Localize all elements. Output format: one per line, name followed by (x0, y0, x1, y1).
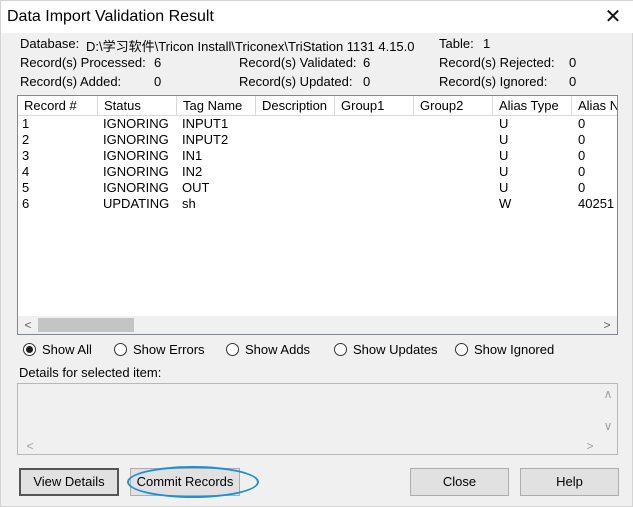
cell-tag-name: INPUT1 (182, 116, 229, 131)
records-grid[interactable]: Record # Status Tag Name Description Gro… (17, 95, 618, 335)
scroll-thumb[interactable] (38, 318, 134, 332)
cell-tag-name: IN1 (182, 148, 203, 163)
details-label: Details for selected item: (19, 365, 162, 380)
cell-record: 1 (22, 116, 30, 131)
cell-tag-name: sh (182, 196, 196, 211)
processed-value: 6 (154, 55, 162, 70)
close-button[interactable]: Close (410, 468, 509, 496)
column-header-group1[interactable]: Group1 (335, 96, 414, 116)
validated-value: 6 (363, 55, 371, 70)
cell-alias-number: 0 (578, 148, 586, 163)
radio-label: Show Adds (245, 341, 311, 357)
column-header-status[interactable]: Status (98, 96, 177, 116)
column-header-alias-type[interactable]: Alias Type (493, 96, 572, 116)
cell-alias-number: 0 (578, 132, 586, 147)
import-validation-dialog: Data Import Validation Result ✕ Database… (0, 0, 633, 507)
radio-label: Show Updates (353, 341, 438, 357)
radio-label: Show All (42, 341, 92, 357)
radio-label: Show Errors (133, 341, 205, 357)
vertical-scrollbar[interactable]: ∧ ∨ (600, 384, 617, 440)
view-details-button[interactable]: View Details (19, 468, 119, 496)
horizontal-scrollbar[interactable]: < > (18, 316, 617, 334)
title-bar: Data Import Validation Result ✕ (1, 1, 633, 33)
cell-alias-type: W (499, 196, 512, 211)
radio-show-adds[interactable]: Show Adds (226, 340, 310, 358)
cell-alias-number: 0 (578, 164, 586, 179)
cell-alias-type: U (499, 148, 509, 163)
cell-alias-number: 0 (578, 180, 586, 195)
rejected-label: Record(s) Rejected: (439, 55, 555, 70)
scroll-down-icon[interactable]: ∨ (600, 418, 616, 434)
cell-record: 2 (22, 132, 30, 147)
rejected-value: 0 (569, 55, 577, 70)
cell-record: 3 (22, 148, 30, 163)
cell-alias-type: U (499, 132, 509, 147)
radio-circle[interactable] (455, 342, 468, 356)
cell-status: IGNORING (103, 164, 169, 179)
table-label: Table: (439, 36, 474, 51)
updated-value: 0 (363, 74, 371, 89)
cell-tag-name: IN2 (182, 164, 203, 179)
updated-label: Record(s) Updated: (239, 74, 353, 89)
processed-label: Record(s) Processed: (20, 55, 146, 70)
cell-status: IGNORING (103, 116, 169, 131)
column-header-tag-name[interactable]: Tag Name (177, 96, 256, 116)
scroll-right-icon[interactable]: > (599, 317, 615, 333)
added-label: Record(s) Added: (20, 74, 122, 89)
column-header-description[interactable]: Description (256, 96, 335, 116)
scroll-right-icon[interactable]: > (582, 438, 598, 454)
radio-show-all[interactable]: Show All (23, 340, 92, 358)
column-header-group2[interactable]: Group2 (414, 96, 493, 116)
commit-records-button[interactable]: Commit Records (130, 468, 240, 496)
added-value: 0 (154, 74, 162, 89)
radio-show-updates[interactable]: Show Updates (334, 340, 438, 358)
cell-alias-type: U (499, 180, 509, 195)
radio-circle[interactable] (334, 342, 347, 356)
database-path: D:\学习软件\Tricon Install\Triconex\TriStati… (86, 39, 415, 54)
cell-alias-number: 40251 (578, 196, 615, 211)
validated-label: Record(s) Validated: (239, 55, 357, 70)
cell-status: IGNORING (103, 132, 169, 147)
cell-status: IGNORING (103, 180, 169, 195)
cell-record: 5 (22, 180, 30, 195)
radio-label: Show Ignored (474, 341, 555, 357)
radio-circle[interactable] (226, 342, 239, 356)
column-header-alias-number[interactable]: Alias N (572, 96, 617, 116)
window-title: Data Import Validation Result (7, 8, 214, 25)
cell-status: UPDATING (103, 196, 170, 211)
cell-alias-type: U (499, 116, 509, 131)
radio-show-errors[interactable]: Show Errors (114, 340, 205, 358)
radio-circle-selected[interactable] (23, 342, 36, 356)
help-button[interactable]: Help (520, 468, 619, 496)
radio-show-ignored[interactable]: Show Ignored (455, 340, 554, 358)
ignored-label: Record(s) Ignored: (439, 74, 548, 89)
column-header-record[interactable]: Record # (18, 96, 98, 116)
ignored-value: 0 (569, 74, 577, 89)
cell-record: 6 (22, 196, 30, 211)
close-icon[interactable]: ✕ (599, 5, 627, 29)
scroll-left-icon[interactable]: < (20, 317, 36, 333)
radio-dot (26, 345, 33, 353)
cell-tag-name: INPUT2 (182, 132, 229, 147)
details-textbox[interactable]: ∧ ∨ < > (17, 383, 618, 455)
table-value: 1 (483, 36, 491, 51)
scroll-left-icon[interactable]: < (22, 438, 38, 454)
database-label: Database: (20, 36, 80, 51)
cell-alias-number: 0 (578, 116, 586, 131)
cell-status: IGNORING (103, 148, 169, 163)
cell-alias-type: U (499, 164, 509, 179)
scroll-up-icon[interactable]: ∧ (600, 386, 616, 402)
cell-record: 4 (22, 164, 30, 179)
radio-circle[interactable] (114, 342, 127, 356)
cell-tag-name: OUT (182, 180, 210, 195)
